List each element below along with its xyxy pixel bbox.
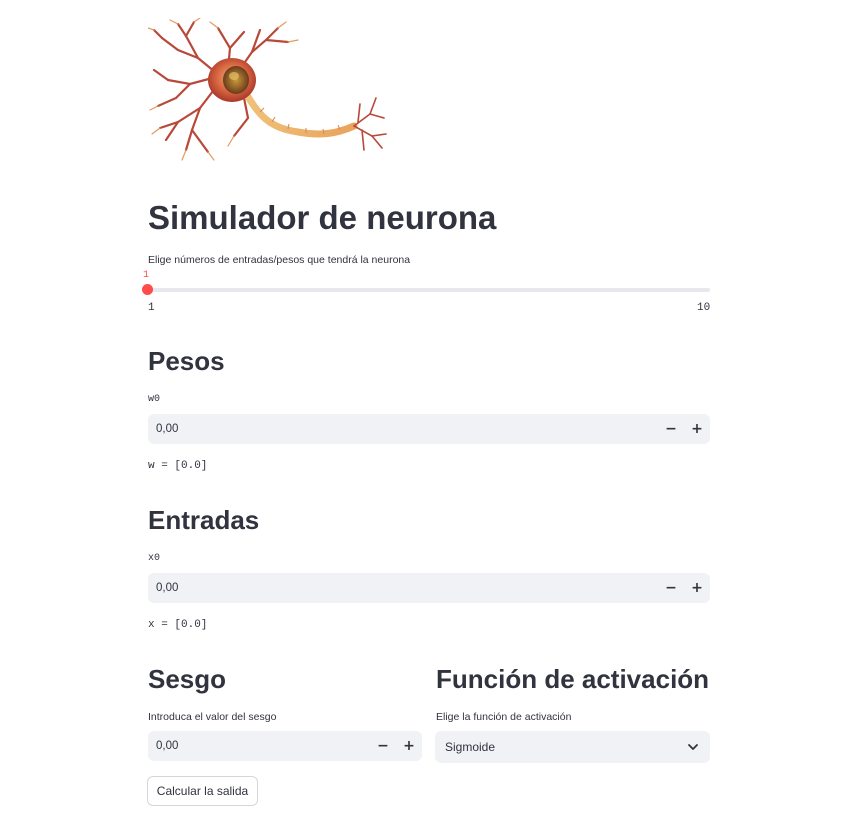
slider-track[interactable]	[148, 288, 710, 292]
weight-w0-input[interactable]: 0,00 − +	[148, 414, 710, 444]
weight-w0-value[interactable]: 0,00	[148, 423, 658, 435]
bias-decrement-button[interactable]: −	[370, 731, 396, 761]
slider-label: Elige números de entradas/pesos que tend…	[148, 254, 411, 266]
input-increment-button[interactable]: +	[684, 573, 710, 603]
activation-selected-value: Sigmoide	[445, 740, 496, 754]
input-field-label: x0	[148, 553, 161, 564]
slider-current-value: 1	[143, 270, 150, 281]
bias-field-label: Introduca el valor del sesgo	[148, 711, 277, 723]
calculate-output-button[interactable]: Calcular la salida	[147, 776, 258, 806]
bias-input[interactable]: 0,00 − +	[148, 731, 422, 761]
weights-output: w = [0.0]	[148, 460, 208, 472]
weight-increment-button[interactable]: +	[684, 414, 710, 444]
bias-value[interactable]: 0,00	[148, 740, 370, 752]
slider-min-label: 1	[148, 302, 155, 314]
weight-field-label: w0	[148, 394, 161, 405]
activation-field-label: Elige la función de activación	[436, 711, 572, 723]
slider-max-label: 10	[697, 302, 711, 314]
weights-heading: Pesos	[148, 346, 225, 376]
page-title: Simulador de neurona	[148, 199, 497, 236]
activation-heading: Función de activación	[436, 664, 710, 694]
neuron-image	[148, 18, 387, 161]
activation-select[interactable]: Sigmoide	[435, 731, 710, 763]
input-decrement-button[interactable]: −	[658, 573, 684, 603]
app-page: Simulador de neurona Elige números de en…	[0, 0, 846, 837]
weight-decrement-button[interactable]: −	[658, 414, 684, 444]
bias-heading: Sesgo	[148, 664, 227, 694]
inputs-heading: Entradas	[148, 505, 260, 535]
slider-thumb[interactable]	[142, 284, 153, 295]
chevron-down-icon	[688, 744, 698, 750]
input-x0-input[interactable]: 0,00 − +	[148, 573, 710, 603]
inputs-output: x = [0.0]	[148, 619, 208, 631]
input-x0-value[interactable]: 0,00	[148, 582, 658, 594]
bias-increment-button[interactable]: +	[396, 731, 422, 761]
